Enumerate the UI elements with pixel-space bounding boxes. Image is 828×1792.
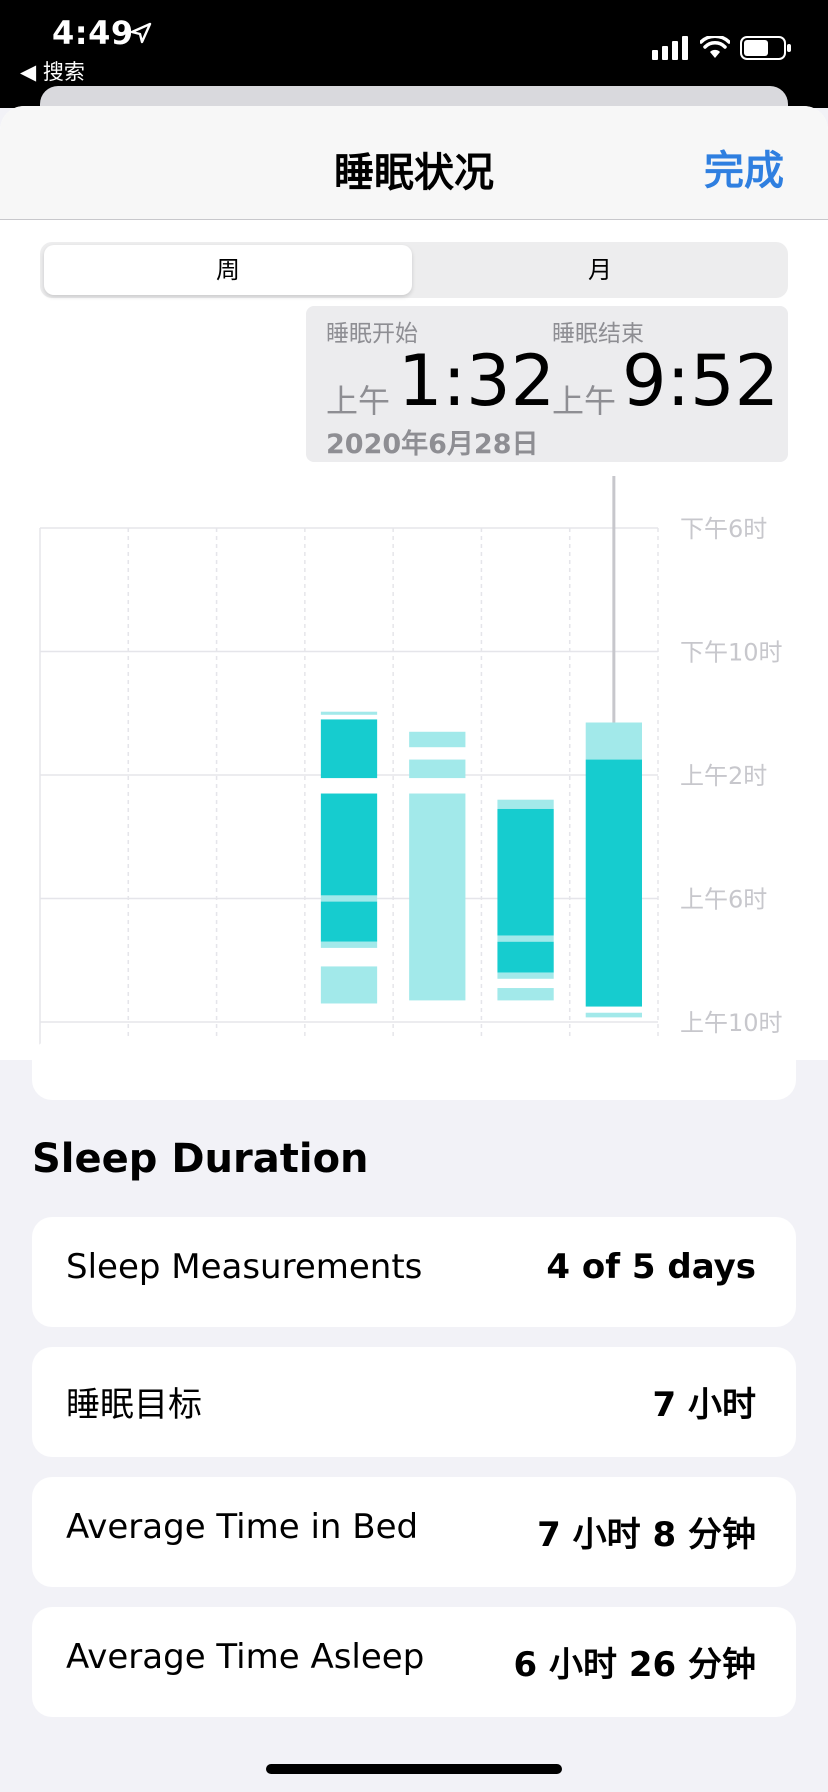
sleep-bar-segment (320, 711, 378, 715)
battery-icon (740, 36, 791, 60)
row-value: 7 小时 (652, 1385, 757, 1425)
row-sleep-measurements[interactable]: Sleep Measurements 4 of 5 days (32, 1217, 796, 1327)
location-arrow-icon (130, 22, 152, 44)
sleep-bar-segment (497, 988, 554, 1001)
sheet-header: 睡眠状况 完成 (0, 106, 828, 220)
sleep-bar-segment (497, 935, 554, 942)
sleep-chart[interactable]: 下午6时下午10时上午2时上午6时上午10时周一周二周三周四周五周六周日 (0, 476, 828, 1056)
segment-week[interactable]: 周 (44, 245, 412, 295)
row-value: 7 小时 8 分钟 (537, 1515, 756, 1555)
row-average-time-asleep[interactable]: Average Time Asleep 6 小时 26 分钟 (32, 1607, 796, 1717)
sleep-bar-segment (409, 759, 466, 779)
sleep-bar-segment (320, 966, 378, 1004)
sleep-end-ampm: 上午 (552, 382, 617, 420)
y-tick-label: 上午10时 (680, 1009, 783, 1037)
period-segmented-control: 周 月 (40, 242, 788, 298)
partially-hidden-card (32, 1040, 796, 1100)
sleep-detail-tooltip: 睡眠开始 睡眠结束 上午 1:32 上午 9:52 2020年6月28日 (306, 306, 788, 462)
row-average-time-in-bed[interactable]: Average Time in Bed 7 小时 8 分钟 (32, 1477, 796, 1587)
row-value: 6 小时 26 分钟 (513, 1645, 756, 1685)
done-button[interactable]: 完成 (704, 138, 784, 196)
sleep-analysis-sheet: 睡眠状况 完成 周 月 睡眠开始 睡眠结束 上午 1:32 上午 9:52 20… (0, 106, 828, 1060)
sleep-bar-segment (585, 759, 642, 1007)
status-time: 4:49 (52, 14, 134, 52)
sleep-bar-segment (320, 895, 378, 902)
y-tick-label: 上午2时 (680, 762, 767, 790)
home-indicator (266, 1764, 562, 1774)
row-label: Average Time in Bed (66, 1507, 419, 1547)
row-label: Average Time Asleep (66, 1637, 425, 1677)
sleep-bar-segment (497, 941, 554, 973)
sleep-bar-segment (497, 972, 554, 979)
row-value: 4 of 5 days (546, 1247, 756, 1287)
sleep-start-ampm: 上午 (326, 382, 391, 420)
sleep-start-time: 1:32 (398, 340, 556, 422)
wifi-icon (700, 36, 730, 58)
sleep-bar-segment (585, 1012, 642, 1018)
sleep-date: 2020年6月28日 (326, 429, 539, 460)
sleep-end-time: 9:52 (622, 340, 780, 422)
sleep-bar-segment (320, 901, 378, 942)
sleep-bar-segment (320, 793, 378, 896)
row-label: 睡眠目标 (66, 1385, 202, 1425)
sleep-bar-segment (409, 731, 466, 748)
y-tick-label: 上午6时 (680, 886, 767, 914)
sleep-bar-segment (320, 941, 378, 948)
sleep-bar-segment (320, 719, 378, 779)
section-title-sleep-duration: Sleep Duration (32, 1136, 369, 1182)
y-tick-label: 下午10时 (680, 639, 783, 667)
sleep-bar-segment (409, 793, 466, 1001)
cellular-signal-icon (652, 36, 688, 60)
back-to-search-link[interactable]: ◀ 搜索 (20, 56, 85, 86)
sleep-bar-segment (497, 808, 554, 936)
row-label: Sleep Measurements (66, 1247, 423, 1287)
sleep-bar-segment (497, 799, 554, 809)
segment-month[interactable]: 月 (416, 245, 784, 295)
sleep-bar-segment (585, 722, 642, 760)
row-sleep-goal[interactable]: 睡眠目标 7 小时 (32, 1347, 796, 1457)
y-tick-label: 下午6时 (680, 515, 767, 543)
